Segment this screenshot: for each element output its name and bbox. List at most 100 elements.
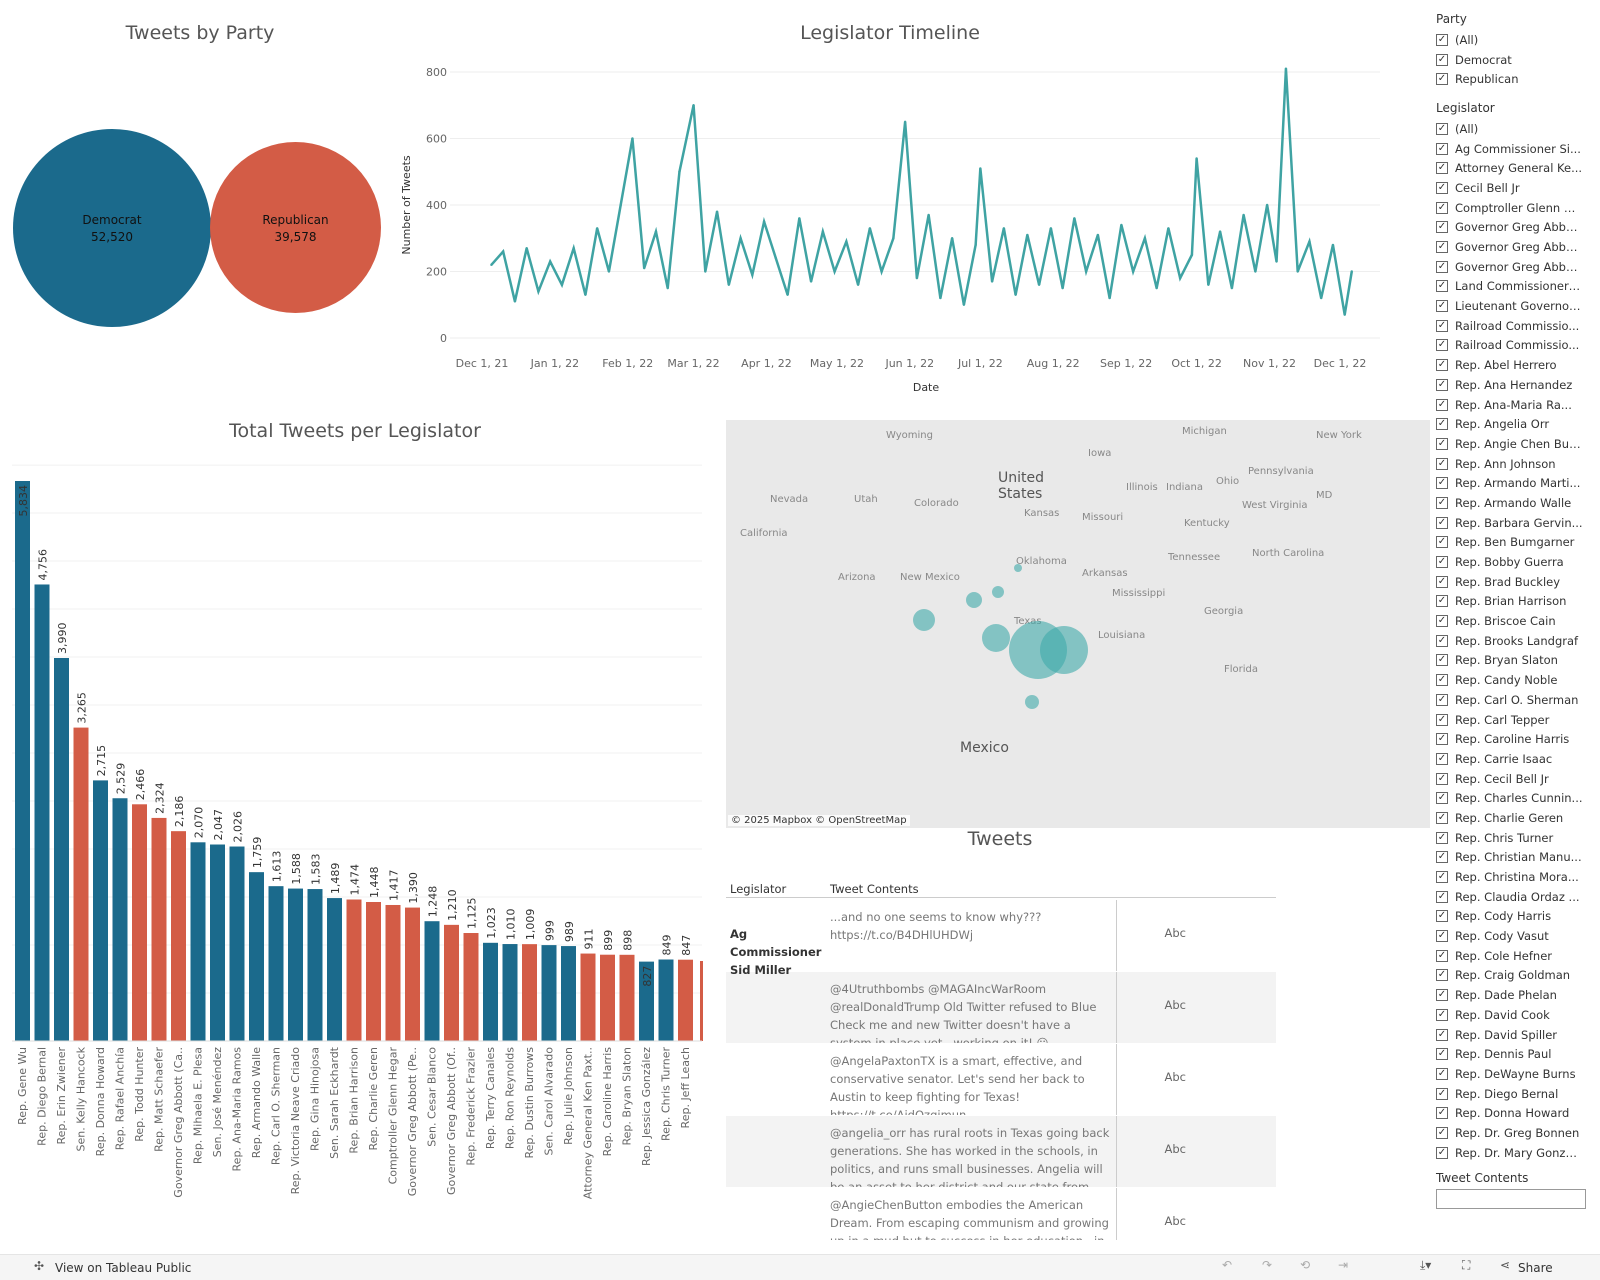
checkbox-checked-icon[interactable]: ✓ — [1436, 792, 1448, 805]
legislator-filter-option[interactable]: ✓ Governor Greg Abbo... — [1436, 218, 1596, 238]
checkbox-checked-icon[interactable]: ✓ — [1436, 654, 1448, 667]
checkbox-checked-icon[interactable]: ✓ — [1436, 53, 1448, 66]
legislator-filter-option[interactable]: ✓ Rep. Cole Hefner — [1436, 946, 1596, 966]
checkbox-checked-icon[interactable]: ✓ — [1436, 1067, 1448, 1080]
col-contents[interactable]: Tweet Contents — [830, 882, 919, 896]
checkbox-checked-icon[interactable]: ✓ — [1436, 871, 1448, 884]
checkbox-checked-icon[interactable]: ✓ — [1436, 378, 1448, 391]
map-marker[interactable] — [913, 609, 935, 631]
legislator-filter-option[interactable]: ✓ Rep. Briscoe Cain — [1436, 611, 1596, 631]
map-marker[interactable] — [966, 592, 982, 608]
legislator-filter-option[interactable]: ✓ Lieutenant Governor... — [1436, 296, 1596, 316]
legislator-filter-option[interactable]: ✓ Rep. Charlie Geren — [1436, 808, 1596, 828]
checkbox-checked-icon[interactable]: ✓ — [1436, 1126, 1448, 1139]
legislator-filter-option[interactable]: ✓ Rep. Donna Howard — [1436, 1103, 1596, 1123]
legislator-filter-option[interactable]: ✓ Rep. Charles Cunnin... — [1436, 788, 1596, 808]
tweet-row[interactable]: @4Utruthbombs @MAGAIncWarRoom @realDonal… — [726, 972, 1276, 1044]
legislator-filter-option[interactable]: ✓ Rep. Carl Tepper — [1436, 710, 1596, 730]
checkbox-checked-icon[interactable]: ✓ — [1436, 556, 1448, 569]
checkbox-checked-icon[interactable]: ✓ — [1436, 733, 1448, 746]
map[interactable]: OregonIdahoDakotaWyomingIowaMichiganNew … — [726, 420, 1430, 828]
view-on-tableau-link[interactable]: View on Tableau Public — [55, 1261, 191, 1275]
map-marker[interactable] — [992, 586, 1004, 598]
checkbox-checked-icon[interactable]: ✓ — [1436, 851, 1448, 864]
share-icon[interactable]: ⋖ — [1500, 1258, 1510, 1272]
checkbox-checked-icon[interactable]: ✓ — [1436, 752, 1448, 765]
legislator-filter-option[interactable]: ✓ Rep. David Spiller — [1436, 1025, 1596, 1045]
legislator-filter-option[interactable]: ✓ Rep. Bryan Slaton — [1436, 651, 1596, 671]
checkbox-checked-icon[interactable]: ✓ — [1436, 260, 1448, 273]
checkbox-checked-icon[interactable]: ✓ — [1436, 615, 1448, 628]
legislator-filter-option[interactable]: ✓ Rep. Armando Marti... — [1436, 473, 1596, 493]
legislator-filter-option[interactable]: ✓ Rep. Dennis Paul — [1436, 1044, 1596, 1064]
checkbox-checked-icon[interactable]: ✓ — [1436, 831, 1448, 844]
legislator-filter-option[interactable]: ✓ Ag Commissioner Si... — [1436, 139, 1596, 159]
checkbox-checked-icon[interactable]: ✓ — [1436, 201, 1448, 214]
bubble-republican[interactable]: Republican 39,578 — [210, 142, 381, 313]
checkbox-checked-icon[interactable]: ✓ — [1436, 634, 1448, 647]
legislator-filter-option[interactable]: ✓ (All) — [1436, 119, 1596, 139]
legislator-filter-option[interactable]: ✓ Rep. Ana Hernandez — [1436, 375, 1596, 395]
checkbox-checked-icon[interactable]: ✓ — [1436, 1048, 1448, 1061]
legislator-filter-option[interactable]: ✓ Rep. Diego Bernal — [1436, 1084, 1596, 1104]
legislator-filter-option[interactable]: ✓ Rep. Bobby Guerra — [1436, 552, 1596, 572]
checkbox-checked-icon[interactable]: ✓ — [1436, 339, 1448, 352]
legislator-filter-option[interactable]: ✓ Rep. Dr. Mary Gonza... — [1436, 1143, 1596, 1163]
tweet-row[interactable]: @AngieChenButton embodies the American D… — [726, 1188, 1276, 1240]
bubble-democrat[interactable]: Democrat 52,520 — [13, 129, 211, 327]
legislator-filter-option[interactable]: ✓ Comptroller Glenn H... — [1436, 198, 1596, 218]
legislator-filter-option[interactable]: ✓ Rep. Ben Bumgarner — [1436, 533, 1596, 553]
legislator-filter-option[interactable]: ✓ Railroad Commissio... — [1436, 336, 1596, 356]
checkbox-checked-icon[interactable]: ✓ — [1436, 890, 1448, 903]
checkbox-checked-icon[interactable]: ✓ — [1436, 930, 1448, 943]
checkbox-checked-icon[interactable]: ✓ — [1436, 418, 1448, 431]
legislator-filter-option[interactable]: ✓ Rep. Caroline Harris — [1436, 729, 1596, 749]
fullscreen-icon[interactable]: ⛶ — [1462, 1258, 1470, 1273]
legislator-filter-option[interactable]: ✓ Rep. Dr. Greg Bonnen — [1436, 1123, 1596, 1143]
party-filter-option[interactable]: ✓ Republican — [1436, 69, 1596, 89]
checkbox-checked-icon[interactable]: ✓ — [1436, 811, 1448, 824]
checkbox-checked-icon[interactable]: ✓ — [1436, 359, 1448, 372]
legislator-filter-option[interactable]: ✓ Attorney General Ke... — [1436, 158, 1596, 178]
checkbox-checked-icon[interactable]: ✓ — [1436, 221, 1448, 234]
tweet-row[interactable]: @AngelaPaxtonTX is a smart, effective, a… — [726, 1044, 1276, 1116]
checkbox-checked-icon[interactable]: ✓ — [1436, 73, 1448, 86]
legislator-filter-option[interactable]: ✓ Rep. Dade Phelan — [1436, 985, 1596, 1005]
legislator-filter-option[interactable]: ✓ Rep. Abel Herrero — [1436, 355, 1596, 375]
legislator-filter-option[interactable]: ✓ Rep. Armando Walle — [1436, 493, 1596, 513]
checkbox-checked-icon[interactable]: ✓ — [1436, 1146, 1448, 1159]
revert-icon[interactable]: ⟲ — [1300, 1258, 1310, 1272]
legislator-filter-option[interactable]: ✓ Railroad Commissio... — [1436, 316, 1596, 336]
undo-icon[interactable]: ↶ — [1222, 1258, 1232, 1272]
checkbox-checked-icon[interactable]: ✓ — [1436, 989, 1448, 1002]
legislator-filter-option[interactable]: ✓ Rep. Cecil Bell Jr — [1436, 769, 1596, 789]
checkbox-checked-icon[interactable]: ✓ — [1436, 595, 1448, 608]
legislator-filter-option[interactable]: ✓ Rep. Brooks Landgraf — [1436, 631, 1596, 651]
timeline-chart[interactable]: 0 200 400 600 800 Dec 1, 21 Jan 1, 22 Feb 1, 22… — [390, 55, 1390, 405]
share-button[interactable]: Share — [1518, 1261, 1553, 1275]
legislator-filter-option[interactable]: ✓ Rep. Carrie Isaac — [1436, 749, 1596, 769]
checkbox-checked-icon[interactable]: ✓ — [1436, 300, 1448, 313]
map-marker[interactable] — [982, 624, 1010, 652]
checkbox-checked-icon[interactable]: ✓ — [1436, 1087, 1448, 1100]
checkbox-checked-icon[interactable]: ✓ — [1436, 910, 1448, 923]
legislator-filter-option[interactable]: ✓ Rep. Chris Turner — [1436, 828, 1596, 848]
checkbox-checked-icon[interactable]: ✓ — [1436, 398, 1448, 411]
checkbox-checked-icon[interactable]: ✓ — [1436, 142, 1448, 155]
legislator-filter-option[interactable]: ✓ Rep. Angelia Orr — [1436, 414, 1596, 434]
checkbox-checked-icon[interactable]: ✓ — [1436, 122, 1448, 135]
party-filter-option[interactable]: ✓ Democrat — [1436, 50, 1596, 70]
legislator-filter-option[interactable]: ✓ Rep. Ana-Maria Ra... — [1436, 395, 1596, 415]
map-marker[interactable] — [1025, 695, 1039, 709]
checkbox-checked-icon[interactable]: ✓ — [1436, 1107, 1448, 1120]
legislator-filter-option[interactable]: ✓ Governor Greg Abbo... — [1436, 237, 1596, 257]
checkbox-checked-icon[interactable]: ✓ — [1436, 575, 1448, 588]
checkbox-checked-icon[interactable]: ✓ — [1436, 949, 1448, 962]
checkbox-checked-icon[interactable]: ✓ — [1436, 713, 1448, 726]
checkbox-checked-icon[interactable]: ✓ — [1436, 162, 1448, 175]
checkbox-checked-icon[interactable]: ✓ — [1436, 516, 1448, 529]
legislator-filter-option[interactable]: ✓ Land Commissioner ... — [1436, 277, 1596, 297]
legislator-filter-option[interactable]: ✓ Rep. Ann Johnson — [1436, 454, 1596, 474]
legislator-filter-option[interactable]: ✓ Rep. Craig Goldman — [1436, 966, 1596, 986]
legislator-filter-option[interactable]: ✓ Rep. Claudia Ordaz ... — [1436, 887, 1596, 907]
